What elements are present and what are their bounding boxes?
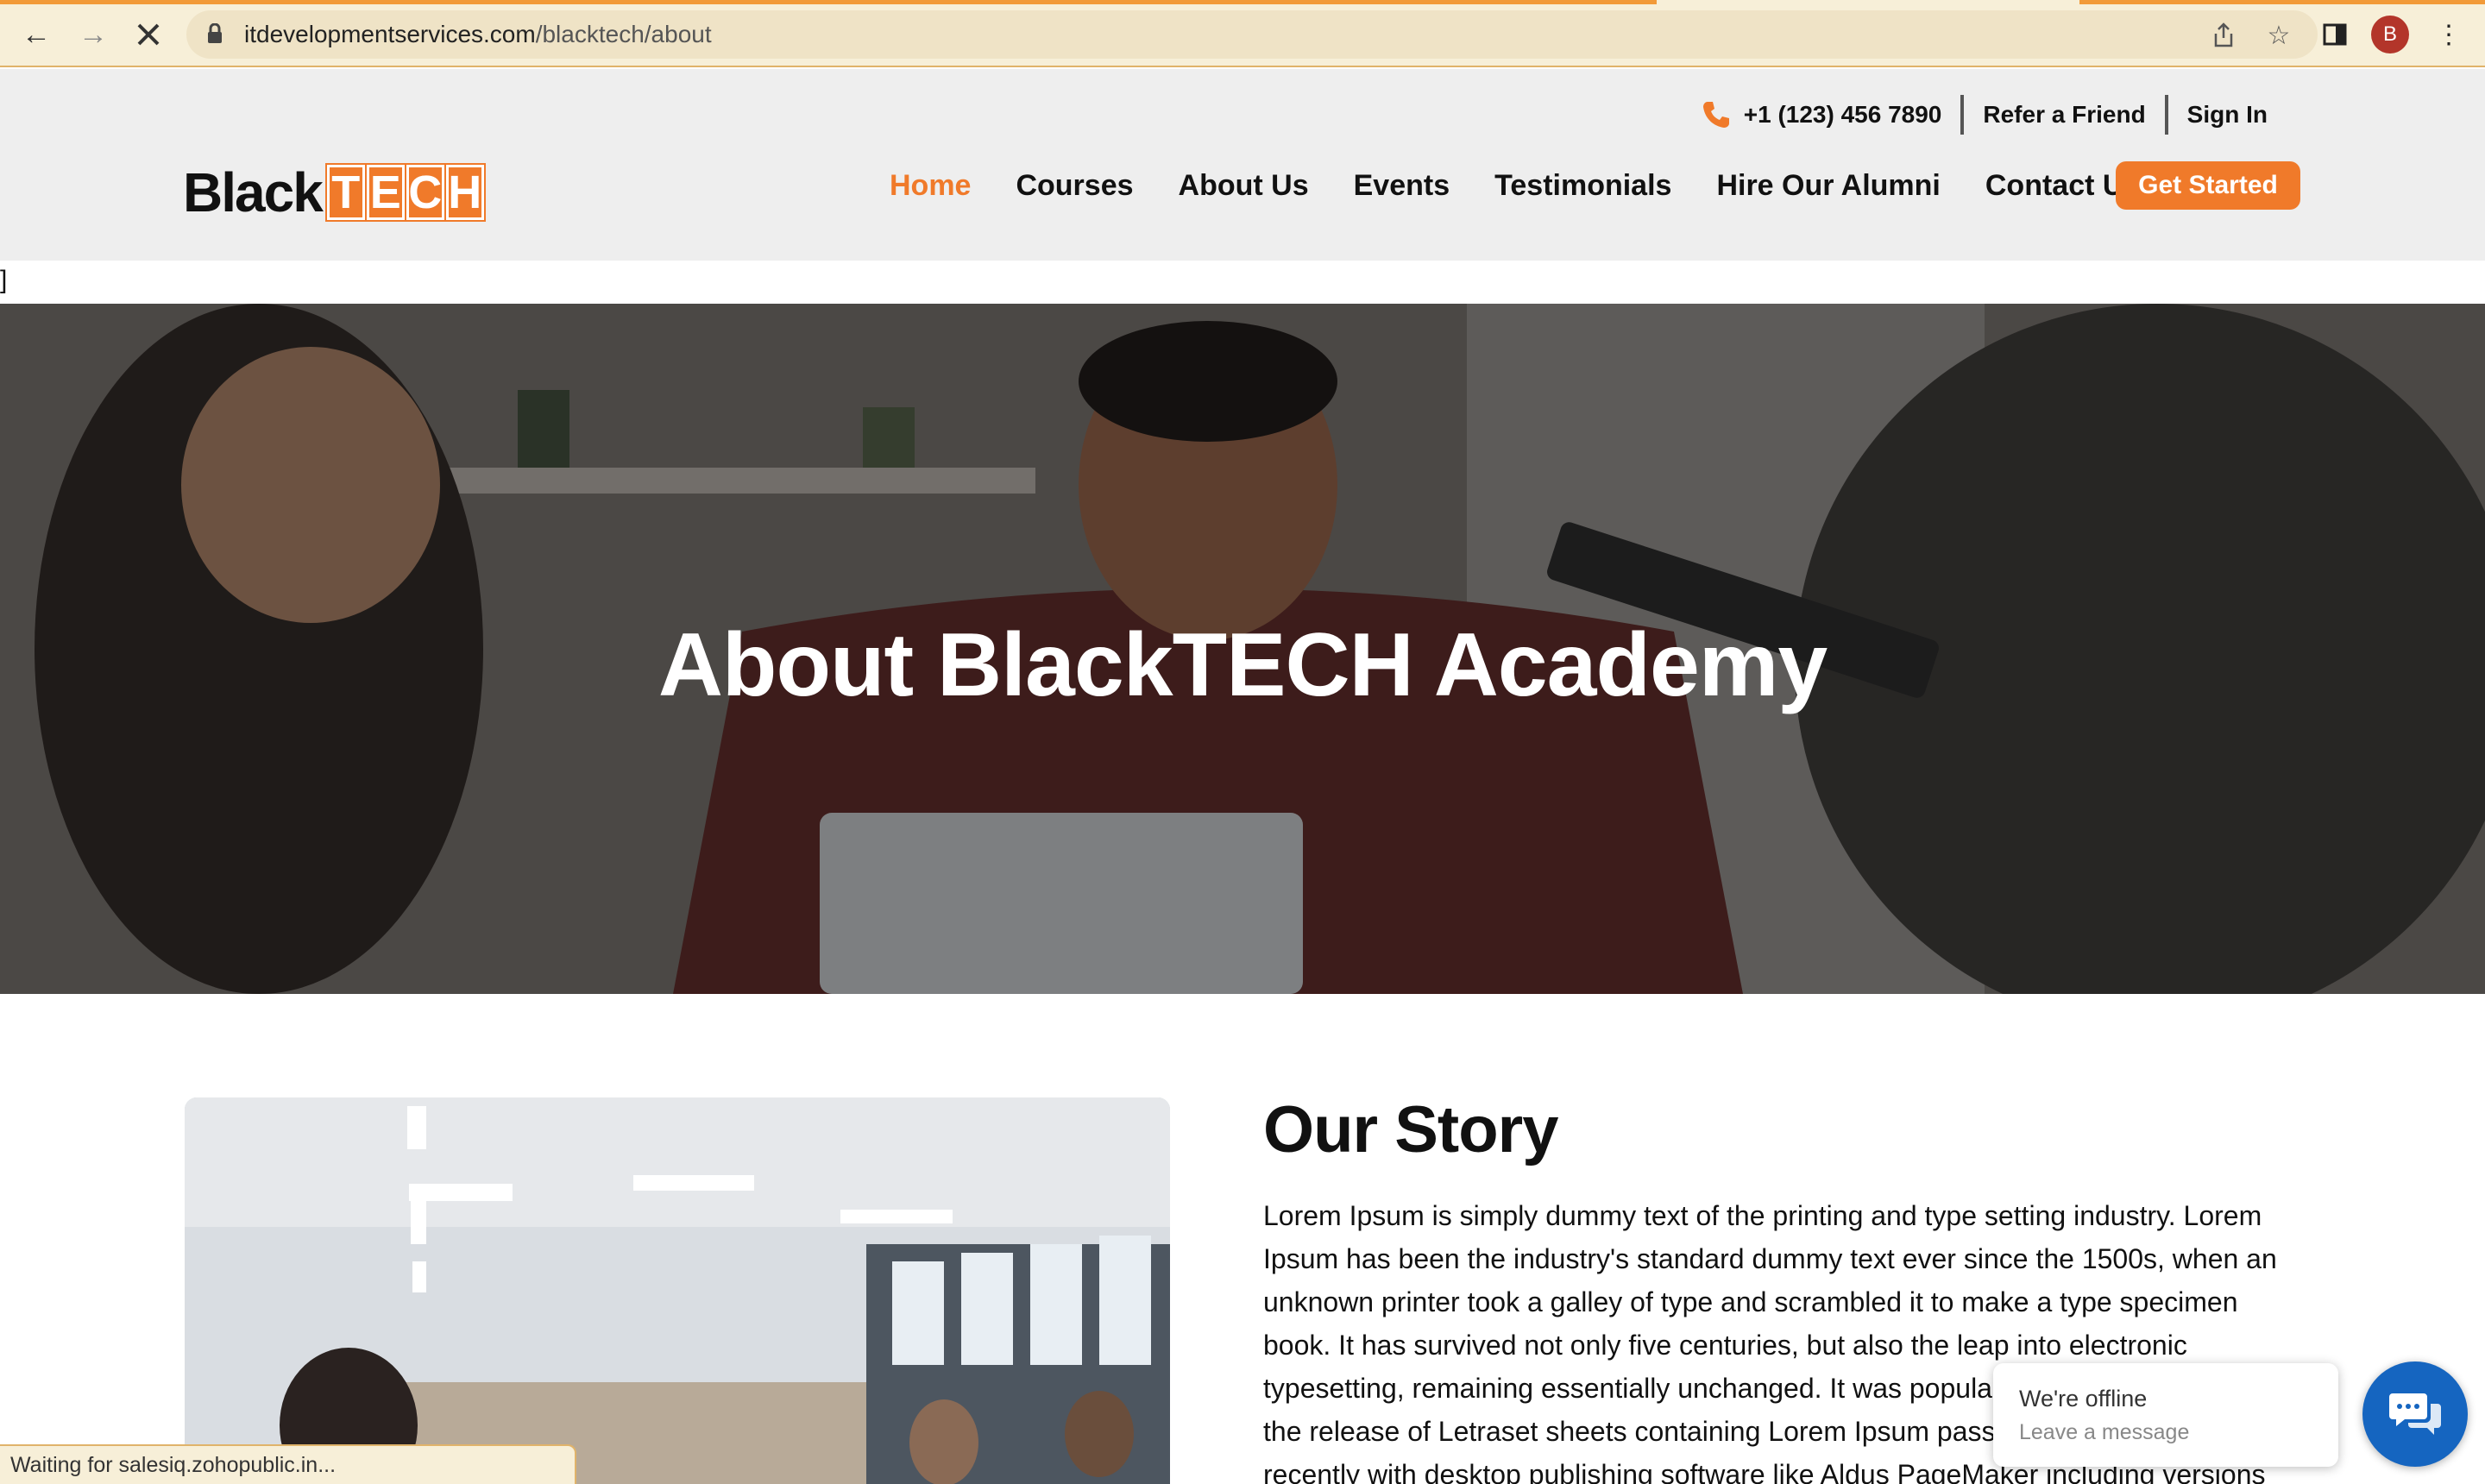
back-arrow-icon[interactable]: ← [19, 17, 53, 52]
nav-testimonials[interactable]: Testimonials [1494, 169, 1671, 203]
logo-letter: E [364, 163, 406, 222]
nav-home[interactable]: Home [890, 169, 971, 203]
logo-letter: C [404, 163, 446, 222]
refer-a-friend-link[interactable]: Refer a Friend [1983, 101, 2145, 129]
our-story-heading: Our Story [1263, 1093, 1558, 1166]
chat-status-text: We're offline [2019, 1386, 2148, 1412]
divider [2164, 95, 2168, 135]
url-path: /blacktech/about [535, 21, 712, 47]
forward-arrow-icon[interactable]: → [76, 17, 110, 52]
site-header: +1 (123) 456 7890 Refer a Friend Sign In… [0, 69, 2485, 261]
hero-title: About BlackTECH Academy [657, 615, 1828, 715]
more-menu-icon[interactable]: ⋮ [2430, 16, 2468, 53]
profile-avatar[interactable]: B [2371, 16, 2409, 53]
page-loading-bar [0, 0, 1657, 4]
address-bar[interactable]: itdevelopmentservices.com/blacktech/abou… [186, 10, 2318, 59]
get-started-button[interactable]: Get Started [2116, 161, 2300, 210]
hero-banner: About BlackTECH Academy [0, 304, 2485, 994]
chat-bubble-button[interactable] [2362, 1361, 2468, 1467]
page-loading-bar-segment [2079, 0, 2485, 4]
stop-loading-icon[interactable] [131, 17, 166, 52]
browser-status-bar: Waiting for salesiq.zohopublic.in... [0, 1444, 576, 1484]
chat-leave-message-text[interactable]: Leave a message [2019, 1420, 2189, 1445]
nav-courses[interactable]: Courses [1016, 169, 1133, 203]
phone-icon [1702, 102, 1729, 128]
url-text[interactable]: itdevelopmentservices.com/blacktech/abou… [244, 21, 712, 48]
blacktech-logo[interactable]: Black T E C H [183, 160, 486, 224]
nav-hire-our-alumni[interactable]: Hire Our Alumni [1716, 169, 1940, 203]
stray-bracket-text: ] [0, 266, 8, 294]
phone-number[interactable]: +1 (123) 456 7890 [1744, 101, 1942, 129]
browser-toolbar: ← → itdevelopmentservices.com/blacktech/… [0, 0, 2485, 67]
share-icon[interactable] [2211, 22, 2236, 48]
logo-tech-blocks: T E C H [324, 163, 486, 222]
classroom-photo [185, 1097, 1170, 1484]
bookmark-star-icon[interactable]: ☆ [2266, 22, 2292, 50]
logo-black-text: Black [183, 161, 324, 223]
logo-letter: T [324, 163, 367, 222]
sign-in-link[interactable]: Sign In [2187, 101, 2268, 129]
url-host: itdevelopmentservices.com [244, 21, 536, 47]
logo-letter: H [444, 163, 486, 222]
lock-icon [208, 23, 222, 43]
main-navigation: Home Courses About Us Events Testimonial… [890, 169, 2185, 203]
top-contact-bar: +1 (123) 456 7890 Refer a Friend Sign In [1701, 93, 2268, 136]
divider [1960, 95, 1965, 135]
chat-offline-card[interactable]: We're offline Leave a message [1993, 1363, 2338, 1467]
nav-events[interactable]: Events [1354, 169, 1450, 203]
side-panel-icon[interactable] [2316, 16, 2354, 53]
chat-icon [2389, 1393, 2441, 1435]
nav-about-us[interactable]: About Us [1179, 169, 1309, 203]
